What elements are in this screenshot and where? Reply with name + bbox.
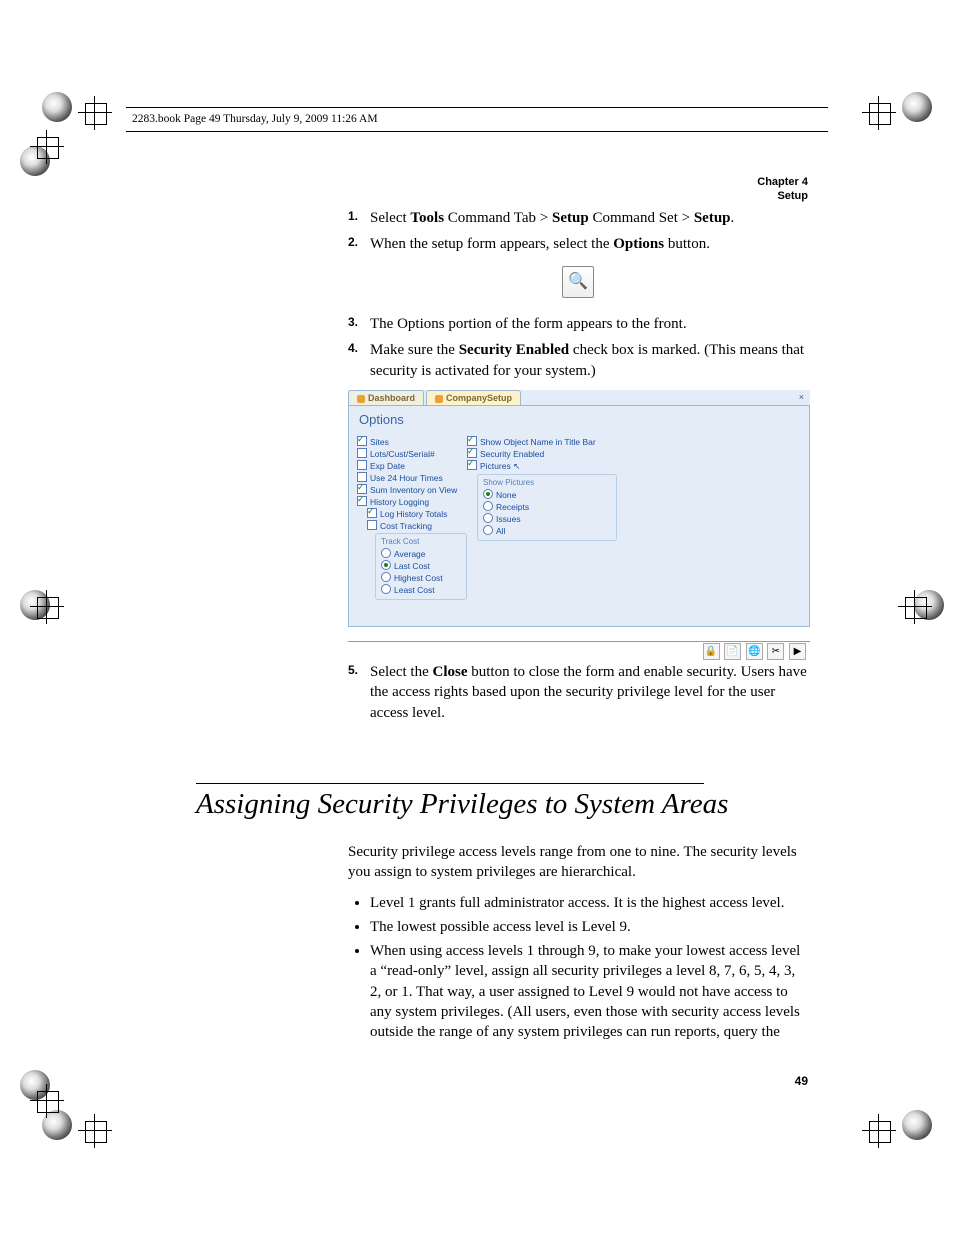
crop-mark-icon	[78, 96, 112, 130]
crop-mark-icon	[30, 1084, 64, 1118]
step-1: 1. Select Tools Command Tab > Setup Comm…	[348, 208, 808, 228]
page-number: 49	[795, 1074, 808, 1088]
showpictures-panel: Show Pictures None Receipts Issues All	[477, 474, 617, 541]
toolbar-icon-2[interactable]: 📄	[724, 643, 741, 660]
toolbar-icons: 🔒 📄 🌐 ✂ ▶	[702, 642, 807, 660]
bullet-3: When using access levels 1 through 9, to…	[370, 941, 808, 1042]
step-3: 3. The Options portion of the form appea…	[348, 314, 808, 334]
options-window-figure: Dashboard CompanySetup × Options Sites L…	[348, 390, 810, 642]
bullet-2: The lowest possible access level is Leve…	[370, 917, 808, 937]
header-text: 2283.book Page 49 Thursday, July 9, 2009…	[132, 113, 378, 125]
checkbox-sites[interactable]	[357, 436, 367, 446]
checkbox-historylog[interactable]	[357, 496, 367, 506]
checkbox-showobj[interactable]	[467, 436, 477, 446]
radio-receipts[interactable]	[483, 501, 493, 511]
step-4: 4. Make sure the Security Enabled check …	[348, 340, 808, 381]
crop-orb-icon	[902, 92, 932, 122]
crop-orb-icon	[42, 92, 72, 122]
checkbox-lots[interactable]	[357, 448, 367, 458]
tab-companysetup[interactable]: CompanySetup	[426, 390, 521, 405]
toolbar-icon-4[interactable]: ✂	[767, 643, 784, 660]
trackcost-panel: Track Cost Average Last Cost Highest Cos…	[375, 533, 467, 600]
toolbar-icon-5[interactable]: ▶	[789, 643, 806, 660]
checkbox-costtrack[interactable]	[367, 520, 377, 530]
checkbox-loghisttotals[interactable]	[367, 508, 377, 518]
header-rule	[126, 131, 828, 132]
crop-mark-icon	[862, 1114, 896, 1148]
section-rule	[196, 783, 704, 784]
radio-least[interactable]	[381, 584, 391, 594]
crop-mark-icon	[862, 96, 896, 130]
radio-none[interactable]	[483, 489, 493, 499]
toolbar-icon-3[interactable]: 🌐	[746, 643, 763, 660]
tab-dashboard[interactable]: Dashboard	[348, 390, 424, 405]
options-title: Options	[349, 406, 809, 431]
section-intro: Security privilege access levels range f…	[348, 842, 808, 883]
radio-all[interactable]	[483, 525, 493, 535]
crop-orb-icon	[902, 1110, 932, 1140]
tab-strip: Dashboard CompanySetup ×	[348, 390, 810, 406]
crop-mark-icon	[30, 130, 64, 164]
header-rule	[126, 107, 828, 108]
radio-average[interactable]	[381, 548, 391, 558]
checkbox-suminv[interactable]	[357, 484, 367, 494]
page: 2283.book Page 49 Thursday, July 9, 2009…	[0, 0, 954, 1235]
crop-mark-icon	[78, 1114, 112, 1148]
checkbox-pictures[interactable]	[467, 460, 477, 470]
step-2: 2. When the setup form appears, select t…	[348, 234, 808, 254]
checkbox-security-enabled[interactable]	[467, 448, 477, 458]
toolbar-icon-1[interactable]: 🔒	[703, 643, 720, 660]
cursor-icon: ↖	[513, 461, 520, 471]
section-title: Assigning Security Privileges to System …	[196, 788, 728, 821]
crop-mark-icon	[30, 590, 64, 624]
step-5: 5. Select the Close button to close the …	[348, 662, 808, 723]
crop-mark-icon	[898, 590, 932, 624]
radio-lastcost[interactable]	[381, 560, 391, 570]
radio-highest[interactable]	[381, 572, 391, 582]
bullet-1: Level 1 grants full administrator access…	[370, 893, 808, 913]
checkbox-expdate[interactable]	[357, 460, 367, 470]
chapter-number: Chapter 4	[757, 176, 808, 190]
radio-issues[interactable]	[483, 513, 493, 523]
checkbox-use24[interactable]	[357, 472, 367, 482]
close-icon[interactable]: ×	[793, 390, 810, 405]
options-button-icon	[562, 266, 594, 303]
chapter-title: Setup	[757, 190, 808, 204]
chapter-heading: Chapter 4 Setup	[757, 176, 808, 204]
